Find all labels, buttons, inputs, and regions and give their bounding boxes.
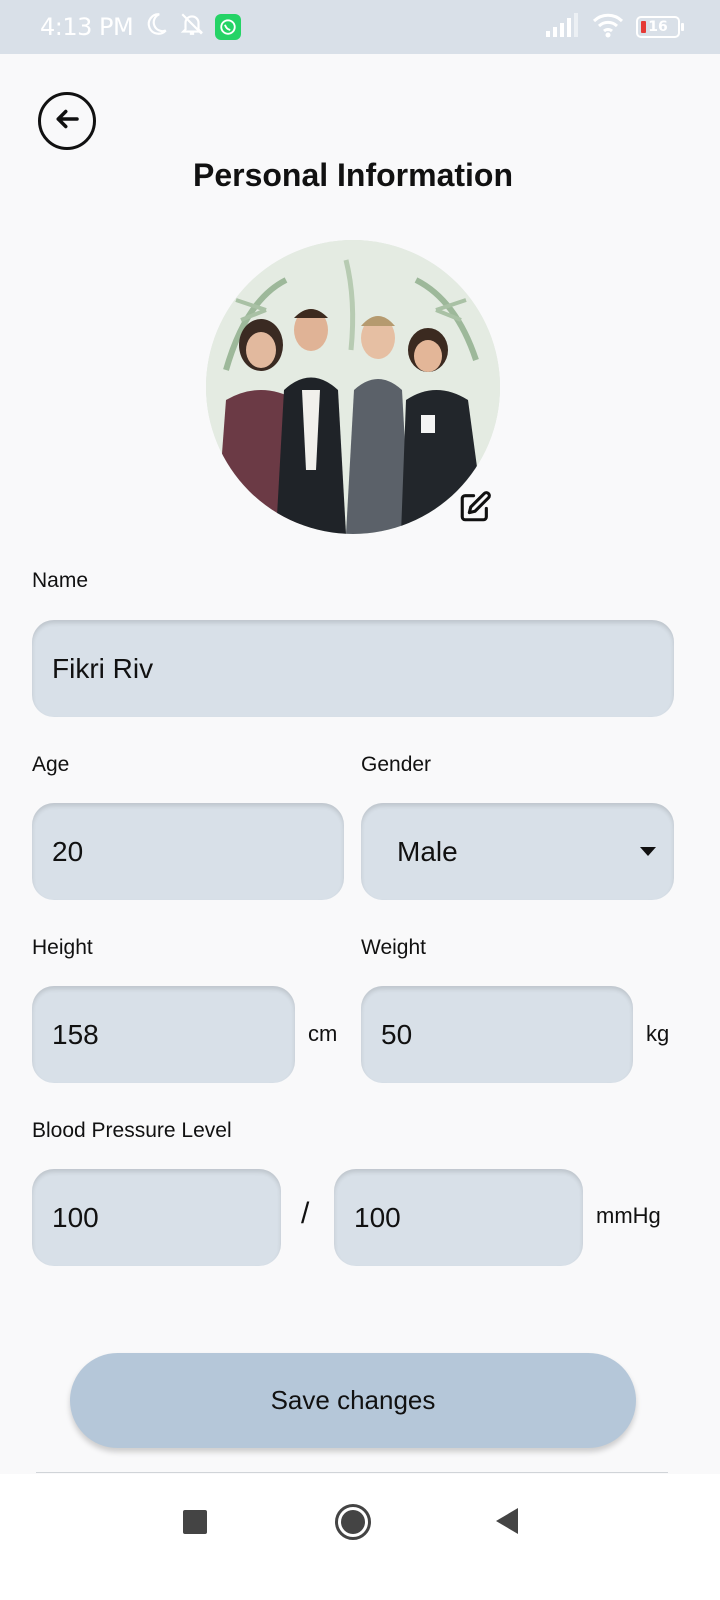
status-right: 16	[546, 12, 684, 42]
battery-low-indicator	[641, 21, 646, 33]
recent-apps-button[interactable]	[183, 1510, 207, 1534]
age-label: Age	[32, 753, 70, 776]
battery-icon: 16	[636, 16, 684, 38]
back-button[interactable]	[38, 92, 96, 150]
height-unit: cm	[308, 1021, 338, 1046]
page-title: Personal Information	[192, 157, 514, 193]
name-input[interactable]	[32, 620, 674, 717]
name-label: Name	[32, 569, 89, 592]
gender-label: Gender	[361, 753, 432, 776]
divider	[36, 1472, 668, 1473]
edit-icon	[458, 490, 492, 528]
caret-down-icon	[640, 847, 656, 856]
bp-systolic-input[interactable]	[32, 1169, 281, 1266]
height-label: Height	[32, 936, 93, 959]
weight-label: Weight	[361, 936, 426, 959]
home-button[interactable]	[335, 1504, 371, 1540]
bp-separator: /	[301, 1197, 310, 1230]
whatsapp-icon	[215, 14, 242, 40]
height-input[interactable]	[32, 986, 295, 1083]
blood-pressure-label: Blood Pressure Level	[32, 1119, 232, 1142]
arrow-left-icon	[52, 104, 82, 138]
weight-unit: kg	[646, 1021, 670, 1046]
edit-avatar-button[interactable]	[456, 490, 494, 528]
system-back-button[interactable]	[496, 1508, 518, 1534]
status-bar: 4:13 PM 16	[0, 0, 720, 54]
bp-diastolic-input[interactable]	[334, 1169, 583, 1266]
age-input[interactable]	[32, 803, 344, 900]
gender-value: Male	[397, 835, 458, 867]
save-changes-button[interactable]: Save changes	[70, 1353, 636, 1448]
moon-icon	[143, 11, 169, 43]
status-time: 4:13 PM	[40, 13, 134, 41]
signal-icon	[546, 13, 580, 41]
bp-unit: mmHg	[596, 1203, 661, 1228]
wifi-icon	[592, 12, 624, 42]
bell-off-icon	[179, 11, 205, 43]
weight-input[interactable]	[361, 986, 633, 1083]
gender-select[interactable]: Male	[361, 803, 674, 900]
home-dot-icon	[341, 1510, 365, 1534]
status-left: 4:13 PM	[40, 11, 242, 43]
battery-level: 16	[648, 19, 668, 35]
